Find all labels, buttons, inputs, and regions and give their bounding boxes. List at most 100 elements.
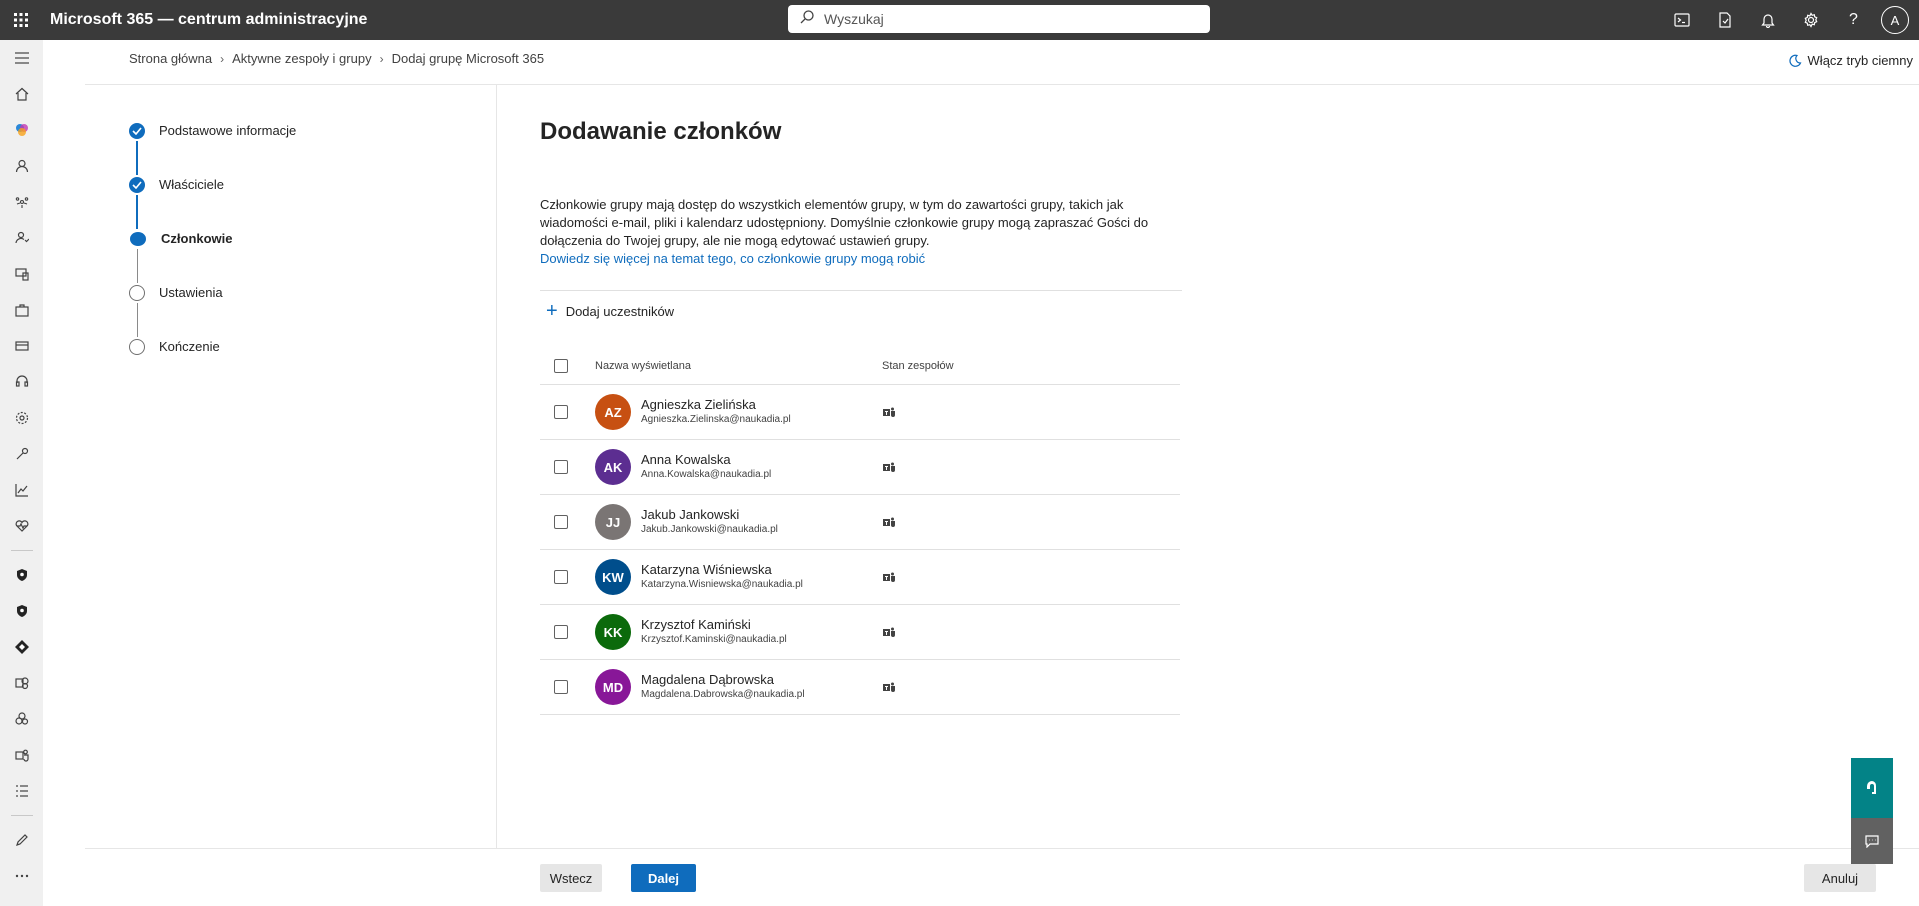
step-connector <box>136 303 138 337</box>
back-button[interactable]: Wstecz <box>540 864 602 892</box>
help-icon[interactable]: ? <box>1832 0 1875 40</box>
briefcase-icon[interactable] <box>0 292 43 328</box>
top-bar: Microsoft 365 — centrum administracyjne … <box>0 0 1919 40</box>
search-icon <box>800 9 814 29</box>
member-info: Jakub Jankowski Jakub.Jankowski@naukadia.… <box>641 507 778 537</box>
home-icon[interactable] <box>0 76 43 112</box>
table-row[interactable]: MD Magdalena Dąbrowska Magdalena.Dabrowska… <box>540 660 1180 715</box>
breadcrumb-home[interactable]: Strona główna <box>129 51 212 66</box>
step-label: Kończenie <box>159 339 220 354</box>
member-name: Magdalena Dąbrowska <box>641 672 774 687</box>
step-label: Członkowie <box>161 231 233 246</box>
learn-more-link[interactable]: Dowiedz się więcej na temat tego, co czł… <box>540 250 1182 268</box>
column-display-name[interactable]: Nazwa wyświetlana <box>595 360 882 372</box>
main-content: Dodawanie członków Członkowie grupy mają… <box>540 118 1182 715</box>
step-settings[interactable]: Ustawienia <box>129 285 296 339</box>
member-email: Agnieszka.Zielinska@naukadia.pl <box>641 414 791 425</box>
customize-navigation-icon[interactable] <box>0 822 43 858</box>
chevron-right-icon: › <box>379 51 384 66</box>
sharepoint-icon[interactable] <box>0 701 43 737</box>
member-name: Anna Kowalska <box>641 452 731 467</box>
menu-icon[interactable] <box>0 40 43 76</box>
table-row[interactable]: KK Krzysztof Kamiński Krzysztof.Kaminski@n… <box>540 605 1180 660</box>
member-cell: AZ Agnieszka Zielińska Agnieszka.Zielinska… <box>595 394 882 430</box>
breadcrumb-teams-groups[interactable]: Aktywne zespoły i grupy <box>232 51 371 66</box>
search-input[interactable] <box>824 11 1184 27</box>
member-cell: KK Krzysztof Kamiński Krzysztof.Kaminski@n… <box>595 614 882 650</box>
terminal-icon[interactable] <box>1660 0 1703 40</box>
column-teams-status[interactable]: Stan zespołów <box>882 360 954 372</box>
table-row[interactable]: AK Anna Kowalska Anna.Kowalska@naukadia.pl <box>540 440 1180 495</box>
security-icon[interactable] <box>0 557 43 593</box>
step-members[interactable]: Członkowie <box>129 231 296 285</box>
add-members-label: Dodaj uczestników <box>565 303 675 319</box>
plus-icon: + <box>546 300 558 322</box>
member-email: Krzysztof.Kaminski@naukadia.pl <box>641 634 787 645</box>
gear-icon[interactable] <box>1789 0 1832 40</box>
app-title[interactable]: Microsoft 365 — centrum administracyjne <box>50 11 367 29</box>
row-checkbox[interactable] <box>554 405 568 419</box>
compliance-icon[interactable] <box>0 593 43 629</box>
check-icon <box>129 123 145 139</box>
member-email: Anna.Kowalska@naukadia.pl <box>641 469 772 480</box>
row-checkbox[interactable] <box>554 680 568 694</box>
devices-icon[interactable] <box>0 256 43 292</box>
billing-icon[interactable] <box>0 328 43 364</box>
row-checkbox[interactable] <box>554 515 568 529</box>
next-button[interactable]: Dalej <box>631 864 696 892</box>
member-cell: AK Anna Kowalska Anna.Kowalska@naukadia.pl <box>595 449 882 485</box>
member-cell: KW Katarzyna Wiśniewska Katarzyna.Wisniews… <box>595 559 882 595</box>
table-row[interactable]: JJ Jakub Jankowski Jakub.Jankowski@naukadi… <box>540 495 1180 550</box>
member-name: Jakub Jankowski <box>641 507 740 522</box>
groups-icon[interactable] <box>0 184 43 220</box>
health-icon[interactable] <box>0 508 43 544</box>
more-icon[interactable] <box>0 858 43 894</box>
row-checkbox[interactable] <box>554 625 568 639</box>
add-members-button[interactable]: + Dodaj uczestników <box>546 291 1182 331</box>
exchange-icon[interactable] <box>0 665 43 701</box>
teams-icon[interactable] <box>0 737 43 773</box>
wizard-steps: Podstawowe informacje Właściciele Członk… <box>129 123 296 393</box>
chat-icon <box>1865 834 1879 848</box>
copilot-icon[interactable] <box>0 112 43 148</box>
support-icon[interactable] <box>0 364 43 400</box>
reports-icon[interactable] <box>0 472 43 508</box>
table-row[interactable]: KW Katarzyna Wiśniewska Katarzyna.Wisniews… <box>540 550 1180 605</box>
user-icon[interactable] <box>0 148 43 184</box>
step-finish[interactable]: Kończenie <box>129 339 296 393</box>
user-roles-icon[interactable] <box>0 220 43 256</box>
step-label: Właściciele <box>159 177 225 192</box>
row-checkbox[interactable] <box>554 570 568 584</box>
breadcrumb: Strona główna › Aktywne zespoły i grupy … <box>129 51 544 66</box>
app-launcher-icon[interactable] <box>0 0 42 40</box>
avatar: AZ <box>595 394 631 430</box>
pending-step-dot <box>129 339 145 355</box>
avatar: MD <box>595 669 631 705</box>
table-header: Nazwa wyświetlana Stan zespołów <box>540 347 1180 385</box>
member-name: Katarzyna Wiśniewska <box>641 562 772 577</box>
settings-icon[interactable] <box>0 400 43 436</box>
feedback-button[interactable] <box>1851 818 1893 864</box>
cancel-button[interactable]: Anuluj <box>1804 864 1876 892</box>
panel-divider <box>496 85 497 848</box>
endpoint-manager-icon[interactable] <box>0 629 43 665</box>
user-avatar[interactable]: A <box>1881 6 1909 34</box>
step-owners[interactable]: Właściciele <box>129 177 296 231</box>
avatar: JJ <box>595 504 631 540</box>
all-admin-centers-icon[interactable] <box>0 773 43 809</box>
row-checkbox[interactable] <box>554 460 568 474</box>
help-support-button[interactable] <box>1851 758 1893 818</box>
select-all-checkbox[interactable] <box>554 358 568 373</box>
headset-icon <box>1867 781 1877 794</box>
search-box[interactable] <box>788 5 1210 33</box>
moon-icon <box>1788 54 1801 67</box>
teams-icon <box>882 680 896 694</box>
member-email: Katarzyna.Wisniewska@naukadia.pl <box>641 579 803 590</box>
step-basic-info[interactable]: Podstawowe informacje <box>129 123 296 177</box>
document-icon[interactable] <box>1703 0 1746 40</box>
dark-mode-toggle[interactable]: Włącz tryb ciemny <box>1788 53 1913 68</box>
bell-icon[interactable] <box>1746 0 1789 40</box>
step-connector <box>136 249 138 283</box>
table-row[interactable]: AZ Agnieszka Zielińska Agnieszka.Zielinska… <box>540 385 1180 440</box>
setup-icon[interactable] <box>0 436 43 472</box>
